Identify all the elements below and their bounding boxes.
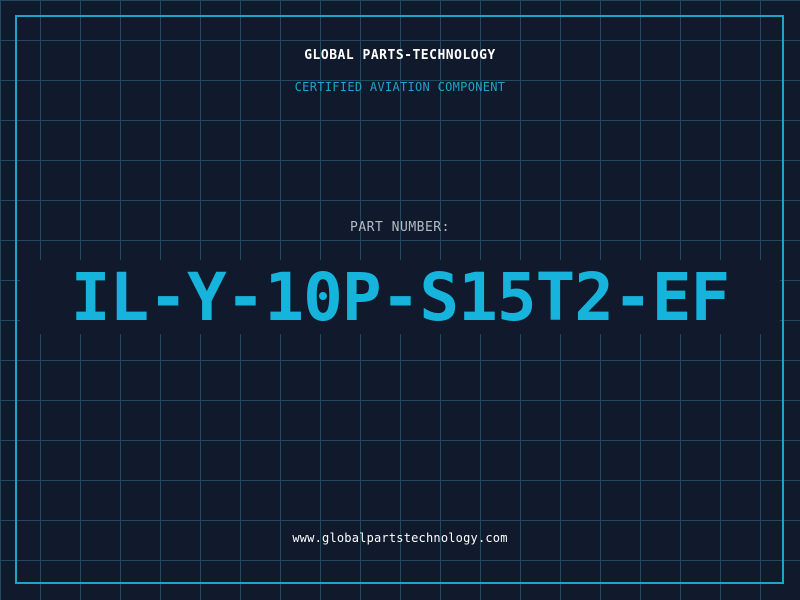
company-name: GLOBAL PARTS-TECHNOLOGY xyxy=(304,48,496,63)
part-number-label: PART NUMBER: xyxy=(350,220,450,235)
certification-tagline: CERTIFIED AVIATION COMPONENT xyxy=(294,80,506,94)
part-certificate-card: GLOBAL PARTS-TECHNOLOGY CERTIFIED AVIATI… xyxy=(0,0,800,600)
part-number-value: IL-Y-10P-S15T2-EF xyxy=(70,259,731,336)
website-url: www.globalpartstechnology.com xyxy=(292,531,508,545)
